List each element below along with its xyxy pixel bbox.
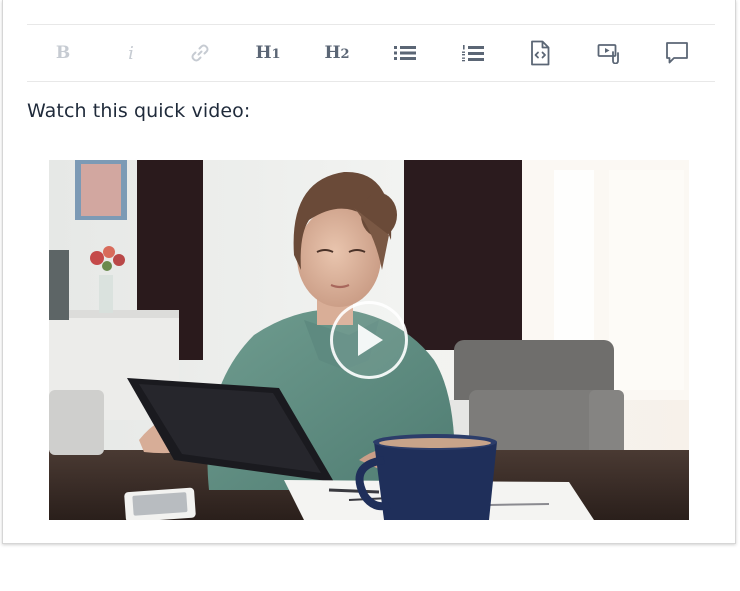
bulleted-list-icon <box>394 46 416 60</box>
code-file-icon <box>531 40 550 66</box>
heading-1-icon: H1 <box>255 43 280 63</box>
play-button[interactable] <box>330 301 408 379</box>
embed-media-button[interactable] <box>587 25 631 81</box>
link-icon <box>191 44 209 62</box>
heading-2-letter: H <box>324 43 341 63</box>
bold-button[interactable]: B <box>41 25 85 81</box>
code-file-button[interactable] <box>518 25 562 81</box>
bulleted-list-button[interactable] <box>383 25 427 81</box>
numbered-list-icon <box>462 44 484 61</box>
embed-media-icon <box>597 44 619 64</box>
comment-button[interactable] <box>655 25 699 81</box>
editor-card: B i H1 H2 Watch this quick video: <box>2 0 736 544</box>
heading-2-button[interactable]: H2 <box>315 25 359 81</box>
video-player[interactable] <box>49 160 689 520</box>
heading-1-letter: H <box>255 43 272 63</box>
italic-button[interactable]: i <box>109 25 153 81</box>
heading-1-button[interactable]: H1 <box>246 25 290 81</box>
numbered-list-button[interactable] <box>451 25 495 81</box>
play-icon <box>358 324 383 356</box>
comment-icon <box>666 42 688 64</box>
heading-1-level: 1 <box>271 47 281 62</box>
heading-2-icon: H2 <box>324 43 349 63</box>
bold-icon: B <box>55 42 71 63</box>
heading-2-level: 2 <box>340 47 350 62</box>
italic-icon: i <box>128 42 134 64</box>
link-button[interactable] <box>178 25 222 81</box>
intro-text: Watch this quick video: <box>27 100 251 122</box>
formatting-toolbar: B i H1 H2 <box>27 24 715 82</box>
